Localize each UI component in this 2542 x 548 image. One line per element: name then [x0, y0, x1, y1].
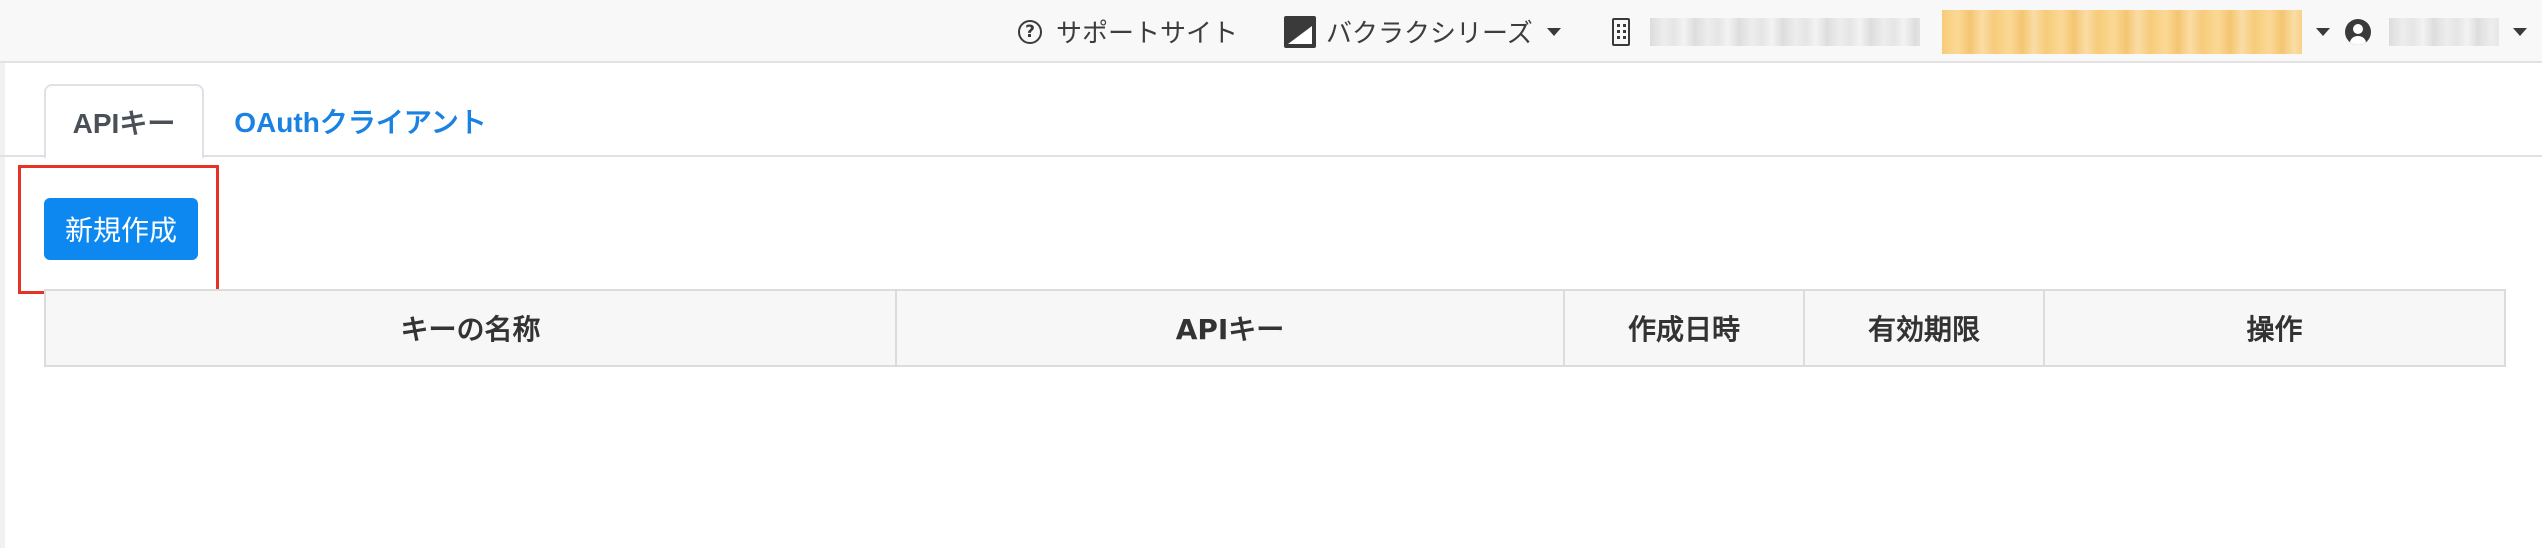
user-menu-dropdown[interactable] [2345, 0, 2527, 63]
tab-bar: APIキー OAuthクライアント [0, 63, 2542, 159]
tab-oauth-clients[interactable]: OAuthクライアント [218, 84, 503, 157]
column-header-expires-at: 有効期限 [1803, 289, 2045, 367]
chevron-down-icon [1546, 27, 1561, 36]
support-site-link[interactable]: ? サポートサイト [1018, 0, 1238, 63]
building-icon [1612, 17, 1630, 46]
tab-api-keys[interactable]: APIキー [44, 84, 204, 159]
column-header-api-key: APIキー [895, 289, 1565, 367]
column-header-created-at: 作成日時 [1563, 289, 1805, 367]
top-navbar: ? サポートサイト バクラクシリーズ [0, 0, 2542, 63]
api-keys-page: ? サポートサイト バクラクシリーズ APIキー OAuthクライアント 新規作… [0, 0, 2542, 548]
bakuraku-series-label: バクラクシリーズ [1326, 19, 1533, 49]
user-name-redacted [2389, 17, 2499, 46]
organization-name-redacted [1650, 17, 1920, 46]
help-circle-icon: ? [1018, 19, 1042, 44]
table-header-row: キーの名称 APIキー 作成日時 有効期限 操作 [44, 289, 2506, 367]
bakuraku-series-dropdown[interactable]: バクラクシリーズ [1284, 0, 1561, 63]
create-new-button[interactable]: 新規作成 [44, 198, 198, 260]
bakuraku-logo-icon [1284, 15, 1316, 48]
column-header-actions: 操作 [2043, 289, 2506, 367]
organization-dropdown[interactable] [1612, 0, 2330, 63]
column-header-key-name: キーの名称 [44, 289, 897, 367]
api-keys-table: キーの名称 APIキー 作成日時 有効期限 操作 [44, 289, 2506, 367]
organization-id-redacted [1942, 9, 2302, 54]
chevron-down-icon [2513, 27, 2527, 36]
user-circle-icon [2345, 18, 2371, 45]
chevron-down-icon [2316, 27, 2330, 36]
support-site-label: サポートサイト [1056, 19, 1239, 49]
